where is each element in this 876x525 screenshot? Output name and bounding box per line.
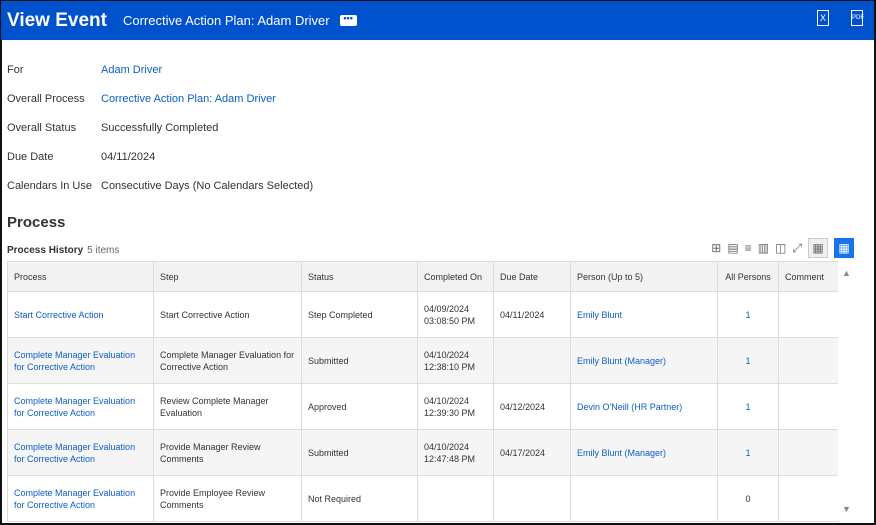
related-actions-button[interactable]: ••• xyxy=(340,15,357,26)
field-label: Overall Status xyxy=(7,122,76,134)
table-cell[interactable]: Emily Blunt (Manager) xyxy=(571,430,718,476)
scroll-down-icon[interactable]: ▼ xyxy=(842,504,851,514)
process-history-table: ProcessStepStatusCompleted OnDue DatePer… xyxy=(7,261,839,522)
table-cell[interactable]: 1 xyxy=(718,292,779,338)
page-title: View Event xyxy=(7,10,107,32)
scroll-up-icon[interactable]: ▲ xyxy=(842,268,851,278)
export-excel-icon[interactable]: ⊞ xyxy=(711,241,721,255)
table-cell: 04/09/2024 03:08:50 PM xyxy=(418,292,494,338)
grid-title: Process History5 items xyxy=(7,245,119,256)
table-cell: Review Complete Manager Evaluation xyxy=(154,384,302,430)
table-cell[interactable]: Complete Manager Evaluation for Correcti… xyxy=(8,384,154,430)
column-header[interactable]: Comment xyxy=(779,262,839,292)
table-cell[interactable] xyxy=(571,476,718,522)
export-excel-icon[interactable]: X xyxy=(817,10,829,26)
table-cell: Provide Employee Review Comments xyxy=(154,476,302,522)
column-header[interactable]: Status xyxy=(302,262,418,292)
field-label: Due Date xyxy=(7,151,53,163)
table-cell: Not Required xyxy=(302,476,418,522)
export-pdf-icon[interactable]: PDF xyxy=(851,10,863,26)
column-header[interactable]: Due Date xyxy=(494,262,571,292)
table-cell[interactable]: Complete Manager Evaluation for Correcti… xyxy=(8,476,154,522)
table-cell: Step Completed xyxy=(302,292,418,338)
table-row: Start Corrective ActionStart Corrective … xyxy=(8,292,839,338)
table-cell: 04/10/2024 12:39:30 PM xyxy=(418,384,494,430)
filter-icon[interactable]: ≡ xyxy=(745,241,752,255)
table-cell: Start Corrective Action xyxy=(154,292,302,338)
table-cell xyxy=(779,292,839,338)
grid-count: 5 items xyxy=(87,245,119,256)
column-header[interactable]: Person (Up to 5) xyxy=(571,262,718,292)
field-value[interactable]: Corrective Action Plan: Adam Driver xyxy=(101,93,276,105)
table-cell xyxy=(779,476,839,522)
column-header[interactable]: Step xyxy=(154,262,302,292)
table-row: Complete Manager Evaluation for Correcti… xyxy=(8,476,839,522)
table-cell[interactable]: Complete Manager Evaluation for Correcti… xyxy=(8,338,154,384)
field-label: Overall Process xyxy=(7,93,85,105)
table-cell xyxy=(779,430,839,476)
column-header[interactable]: Completed On xyxy=(418,262,494,292)
print-icon[interactable]: ▤ xyxy=(727,241,738,255)
table-cell: Submitted xyxy=(302,338,418,384)
table-row: Complete Manager Evaluation for Correcti… xyxy=(8,384,839,430)
field-value: 04/11/2024 xyxy=(101,151,155,163)
table-cell[interactable]: 1 xyxy=(718,384,779,430)
field-label: For xyxy=(7,64,24,76)
section-title: Process xyxy=(7,214,65,231)
table-cell xyxy=(494,338,571,384)
table-cell: 04/10/2024 12:47:48 PM xyxy=(418,430,494,476)
page-header: View Event Corrective Action Plan: Adam … xyxy=(1,1,874,40)
field-value: Consecutive Days (No Calendars Selected) xyxy=(101,180,313,192)
table-cell[interactable]: Complete Manager Evaluation for Correcti… xyxy=(8,430,154,476)
table-cell: Complete Manager Evaluation for Correcti… xyxy=(154,338,302,384)
table-cell xyxy=(779,338,839,384)
table-cell[interactable]: 1 xyxy=(718,338,779,384)
table-cell[interactable]: Emily Blunt xyxy=(571,292,718,338)
table-cell xyxy=(494,476,571,522)
columns-icon[interactable]: ◫ xyxy=(775,241,786,255)
table-cell: Submitted xyxy=(302,430,418,476)
table-cell[interactable]: 1 xyxy=(718,430,779,476)
table-view-icon[interactable]: ▦ xyxy=(808,238,828,258)
fullscreen-icon[interactable]: ⤢ xyxy=(792,241,802,256)
table-cell: Approved xyxy=(302,384,418,430)
table-cell: 04/17/2024 xyxy=(494,430,571,476)
table-cell: 04/10/2024 12:38:10 PM xyxy=(418,338,494,384)
table-cell: 04/11/2024 xyxy=(494,292,571,338)
table-row: Complete Manager Evaluation for Correcti… xyxy=(8,338,839,384)
grid-toolbar: ⊞ ▤ ≡ ▥ ◫ ⤢ ▦ ▦ xyxy=(711,238,854,258)
table-cell xyxy=(779,384,839,430)
scrollbar[interactable]: ▲▼ xyxy=(838,262,856,520)
field-label: Calendars In Use xyxy=(7,180,92,192)
table-cell: 0 xyxy=(718,476,779,522)
table-cell[interactable]: Emily Blunt (Manager) xyxy=(571,338,718,384)
field-value[interactable]: Adam Driver xyxy=(101,64,162,76)
chart-icon[interactable]: ▥ xyxy=(758,241,769,255)
column-header[interactable]: All Persons xyxy=(718,262,779,292)
table-cell[interactable]: Devin O'Neill (HR Partner) xyxy=(571,384,718,430)
column-header[interactable]: Process xyxy=(8,262,154,292)
table-cell: 04/12/2024 xyxy=(494,384,571,430)
table-cell[interactable]: Start Corrective Action xyxy=(8,292,154,338)
table-cell: Provide Manager Review Comments xyxy=(154,430,302,476)
grid-view-icon[interactable]: ▦ xyxy=(834,238,854,258)
page-subtitle: Corrective Action Plan: Adam Driver xyxy=(123,13,330,28)
table-cell xyxy=(418,476,494,522)
table-row: Complete Manager Evaluation for Correcti… xyxy=(8,430,839,476)
field-value: Successfully Completed xyxy=(101,122,218,134)
